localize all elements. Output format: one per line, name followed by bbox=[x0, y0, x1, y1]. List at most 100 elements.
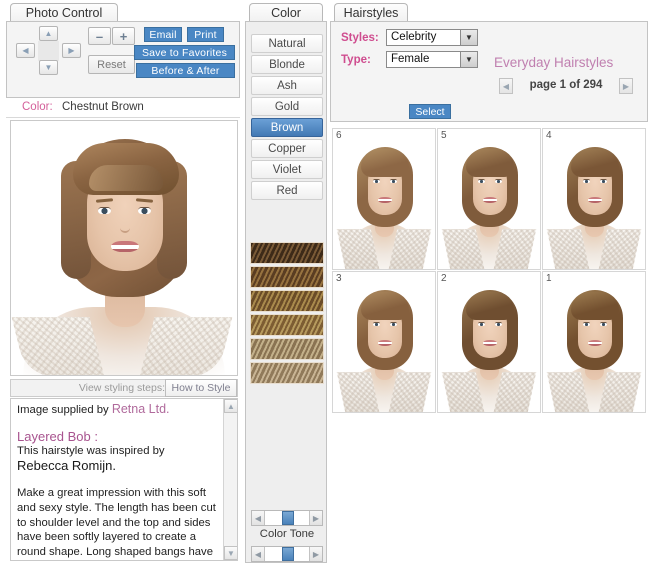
styles-label: Styles: bbox=[341, 32, 379, 44]
color-option-brown[interactable]: Brown bbox=[251, 118, 323, 137]
thumbnail-portrait bbox=[333, 129, 435, 269]
pan-right-button[interactable]: ▶ bbox=[62, 43, 81, 58]
thumbnail-portrait bbox=[438, 129, 540, 269]
how-to-style-button[interactable]: How to Style bbox=[165, 379, 237, 397]
photo-control-column: Photo Control ▲ ▼ ◀ ▶ – + Reset Email Pr… bbox=[4, 0, 242, 563]
thumbnail-number: 4 bbox=[546, 130, 552, 141]
before-after-button[interactable]: Before & After bbox=[136, 63, 235, 78]
type-select[interactable]: Female ▼ bbox=[386, 51, 478, 68]
thumbnail-portrait bbox=[543, 129, 645, 269]
thumb-hair-fringe bbox=[361, 292, 409, 320]
color-swatch-warm-light-brown[interactable] bbox=[250, 314, 324, 336]
thumbnail-portrait bbox=[438, 272, 540, 412]
hairstyles-filter-panel: Styles: Celebrity ▼ Type: Female ▼ Every… bbox=[330, 21, 648, 122]
pagination: ◀ page 1 of 294 ▶ bbox=[499, 78, 633, 94]
scroll-up-icon[interactable]: ▲ bbox=[224, 399, 237, 413]
zoom-in-button[interactable]: + bbox=[112, 27, 135, 45]
color-swatch-chestnut-brown[interactable] bbox=[250, 266, 324, 288]
brightness-left-arrow-icon[interactable]: ◀ bbox=[252, 547, 265, 561]
color-option-blonde[interactable]: Blonde bbox=[251, 55, 323, 74]
inspired-line: This hairstyle was inspired by bbox=[17, 445, 165, 458]
pan-down-button[interactable]: ▼ bbox=[39, 60, 58, 75]
color-tone-slider[interactable]: ◀ ▶ bbox=[251, 510, 323, 526]
celebrity-name: Rebecca Romijn. bbox=[17, 457, 116, 473]
portrait-eye-right bbox=[138, 207, 151, 214]
color-option-natural[interactable]: Natural bbox=[251, 34, 323, 53]
view-styling-steps-label: View styling steps: bbox=[78, 382, 165, 394]
reset-button[interactable]: Reset bbox=[88, 55, 135, 74]
color-option-ash[interactable]: Ash bbox=[251, 76, 323, 95]
thumb-eye-right bbox=[600, 179, 607, 183]
thumb-eye-right bbox=[390, 179, 397, 183]
color-column: Color Natural Blonde Ash Gold Brown Copper Vio… bbox=[245, 0, 327, 563]
color-tone-left-arrow-icon[interactable]: ◀ bbox=[252, 511, 265, 525]
thumbnail-number: 3 bbox=[336, 273, 342, 284]
description-box: Image supplied by Retna Ltd. Layered Bob… bbox=[10, 398, 238, 561]
zoom-out-button[interactable]: – bbox=[88, 27, 111, 45]
hairstyle-thumbnail-grid: 6 5 4 3 2 1 bbox=[332, 128, 646, 414]
brightness-slider[interactable]: ◀ ▶ bbox=[251, 546, 323, 562]
pan-left-button[interactable]: ◀ bbox=[16, 43, 35, 58]
brightness-right-arrow-icon[interactable]: ▶ bbox=[309, 547, 322, 561]
thumb-mouth bbox=[588, 340, 602, 346]
thumb-mouth bbox=[483, 197, 497, 203]
color-swatch-soft-mushroom-brown[interactable] bbox=[250, 362, 324, 384]
hairstyle-thumbnail[interactable]: 1 bbox=[542, 271, 646, 413]
color-tone-slider-thumb[interactable] bbox=[282, 511, 294, 525]
thumb-mouth bbox=[378, 197, 392, 203]
thumb-eye-left bbox=[583, 322, 590, 326]
image-credit-source: Retna Ltd. bbox=[111, 402, 170, 416]
color-option-red[interactable]: Red bbox=[251, 181, 323, 200]
description-scrollbar[interactable]: ▲ ▼ bbox=[223, 399, 237, 560]
thumbnail-portrait bbox=[543, 272, 645, 412]
color-option-copper[interactable]: Copper bbox=[251, 139, 323, 158]
thumb-eye-left bbox=[373, 179, 380, 183]
email-button[interactable]: Email bbox=[144, 27, 182, 42]
hairstyle-thumbnail[interactable]: 5 bbox=[437, 128, 541, 270]
thumb-hair-fringe bbox=[466, 292, 514, 320]
thumb-mouth bbox=[483, 340, 497, 346]
chevron-down-icon[interactable]: ▼ bbox=[460, 30, 477, 45]
current-color-value: Chestnut Brown bbox=[62, 101, 144, 113]
category-title: Everyday Hairstyles bbox=[494, 55, 614, 70]
color-panel: Natural Blonde Ash Gold Brown Copper Violet Red… bbox=[245, 21, 327, 563]
image-credit: Image supplied by Retna Ltd. bbox=[17, 402, 219, 418]
styling-steps-bar: View styling steps: How to Style bbox=[10, 379, 238, 397]
color-tone-label: Color Tone bbox=[259, 528, 315, 540]
main-portrait-frame[interactable] bbox=[10, 120, 238, 376]
type-select-value: Female bbox=[391, 53, 430, 65]
photo-control-panel: ▲ ▼ ◀ ▶ – + Reset Email Print Save to Fa… bbox=[6, 21, 240, 98]
hairstyle-thumbnail[interactable]: 3 bbox=[332, 271, 436, 413]
hairstyle-thumbnail[interactable]: 2 bbox=[437, 271, 541, 413]
portrait-eye-left bbox=[98, 207, 111, 214]
next-page-button[interactable]: ▶ bbox=[619, 78, 633, 94]
main-portrait-image bbox=[11, 121, 237, 375]
thumbnail-portrait bbox=[333, 272, 435, 412]
hairstyle-thumbnail[interactable]: 4 bbox=[542, 128, 646, 270]
color-swatch-medium-golden-brown[interactable] bbox=[250, 290, 324, 312]
thumb-eye-right bbox=[390, 322, 397, 326]
brightness-slider-thumb[interactable] bbox=[282, 547, 294, 561]
thumbnail-number: 5 bbox=[441, 130, 447, 141]
color-tone-right-arrow-icon[interactable]: ▶ bbox=[309, 511, 322, 525]
styles-select[interactable]: Celebrity ▼ bbox=[386, 29, 478, 46]
color-swatch-ash-light-brown[interactable] bbox=[250, 338, 324, 360]
chevron-down-icon[interactable]: ▼ bbox=[460, 52, 477, 67]
thumb-hair-fringe bbox=[466, 149, 514, 177]
color-swatch-dark-espresso[interactable] bbox=[250, 242, 324, 264]
select-button[interactable]: Select bbox=[409, 104, 451, 119]
scroll-down-icon[interactable]: ▼ bbox=[224, 546, 237, 560]
thumb-mouth bbox=[378, 340, 392, 346]
thumb-hair-fringe bbox=[361, 149, 409, 177]
description-body: Make a great impression with this soft a… bbox=[17, 487, 216, 558]
save-to-favorites-button[interactable]: Save to Favorites bbox=[134, 45, 235, 60]
color-option-violet[interactable]: Violet bbox=[251, 160, 323, 179]
pan-up-button[interactable]: ▲ bbox=[39, 26, 58, 41]
hairstyle-thumbnail[interactable]: 6 bbox=[332, 128, 436, 270]
portrait-hair-fringe bbox=[73, 143, 179, 195]
print-button[interactable]: Print bbox=[187, 27, 224, 42]
thumb-eye-left bbox=[583, 179, 590, 183]
description-text: Image supplied by Retna Ltd. Layered Bob… bbox=[17, 402, 219, 560]
thumb-eye-left bbox=[478, 179, 485, 183]
color-option-gold[interactable]: Gold bbox=[251, 97, 323, 116]
